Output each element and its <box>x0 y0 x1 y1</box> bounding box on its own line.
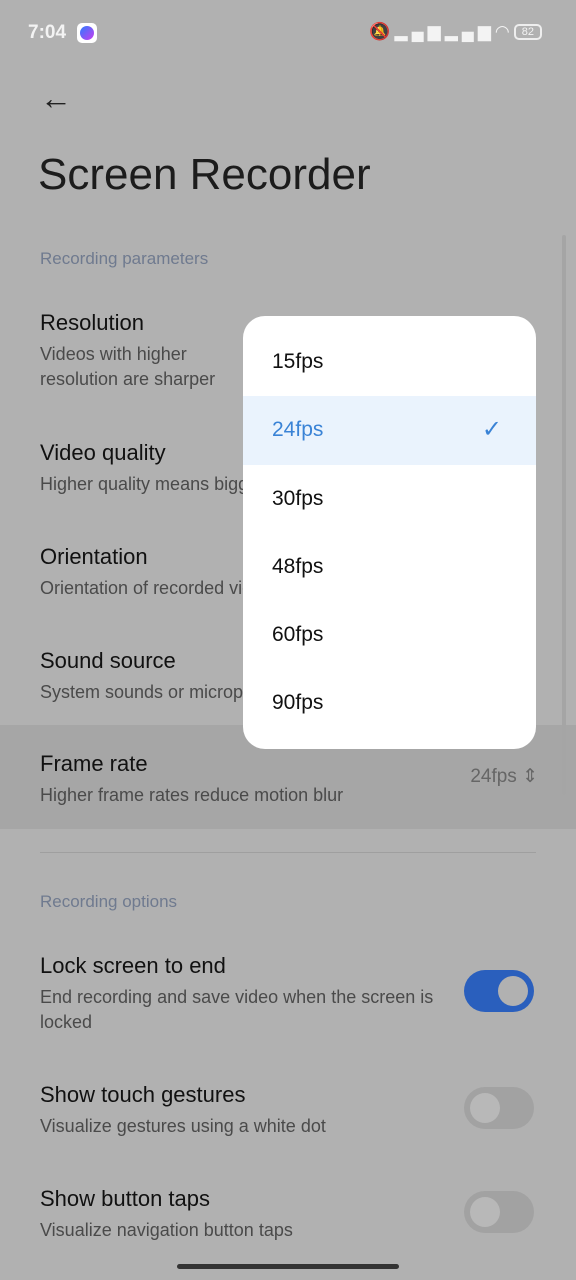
messenger-icon <box>77 23 97 43</box>
scrollbar[interactable] <box>562 235 566 795</box>
option-48fps[interactable]: 48fps <box>243 533 536 601</box>
option-label: 60fps <box>272 623 324 647</box>
item-subtitle: End recording and save video when the sc… <box>40 987 434 1032</box>
page-title: Screen Recorder <box>38 150 371 199</box>
frame-rate-value: 24fps ⇕ <box>470 765 538 788</box>
item-subtitle: Videos with higher resolution are sharpe… <box>40 344 216 389</box>
item-subtitle: Visualize gestures using a white dot <box>40 1116 326 1136</box>
value-text: 24fps <box>470 766 517 787</box>
touch-gestures-toggle[interactable] <box>464 1087 534 1129</box>
option-60fps[interactable]: 60fps <box>243 601 536 669</box>
silent-icon: 🔕 <box>369 22 395 41</box>
option-30fps[interactable]: 30fps <box>243 465 536 533</box>
item-subtitle: Higher frame rates reduce motion blur <box>40 785 344 805</box>
signal-icon: ▂▄▆ <box>394 22 445 41</box>
status-bar: 7:04 🔕▂▄▆▂▄▆◠ 82 <box>0 0 576 64</box>
option-label: 15fps <box>272 350 324 373</box>
section-label: Recording options <box>40 892 178 911</box>
checkmark-icon: ✓ <box>481 416 502 444</box>
clock: 7:04 <box>28 22 67 43</box>
option-label: 48fps <box>272 554 324 578</box>
battery-icon: 82 <box>513 24 542 40</box>
option-label: 24fps <box>272 418 324 442</box>
option-15fps[interactable]: 15fps <box>243 328 536 396</box>
item-subtitle: Visualize navigation button taps <box>40 1220 293 1240</box>
option-label: 30fps <box>272 486 324 510</box>
option-24fps[interactable]: 24fps ✓ <box>243 396 536 465</box>
frame-rate-dropdown: 15fps 24fps ✓ 30fps 48fps 60fps 90fps <box>243 316 536 749</box>
divider <box>40 852 536 853</box>
chevron-up-down-icon: ⇕ <box>522 766 538 787</box>
section-label: Recording parameters <box>40 249 209 268</box>
status-icons: 🔕▂▄▆▂▄▆◠ 82 <box>369 22 542 42</box>
option-label: 90fps <box>272 691 324 715</box>
home-indicator[interactable] <box>177 1264 399 1269</box>
back-arrow-icon[interactable]: ← <box>40 80 72 117</box>
signal-icon: ▂▄▆ <box>444 22 495 41</box>
option-90fps[interactable]: 90fps <box>243 669 536 737</box>
lock-screen-toggle[interactable] <box>464 970 534 1012</box>
button-taps-toggle[interactable] <box>464 1191 534 1233</box>
wifi-icon: ◠ <box>494 22 514 41</box>
